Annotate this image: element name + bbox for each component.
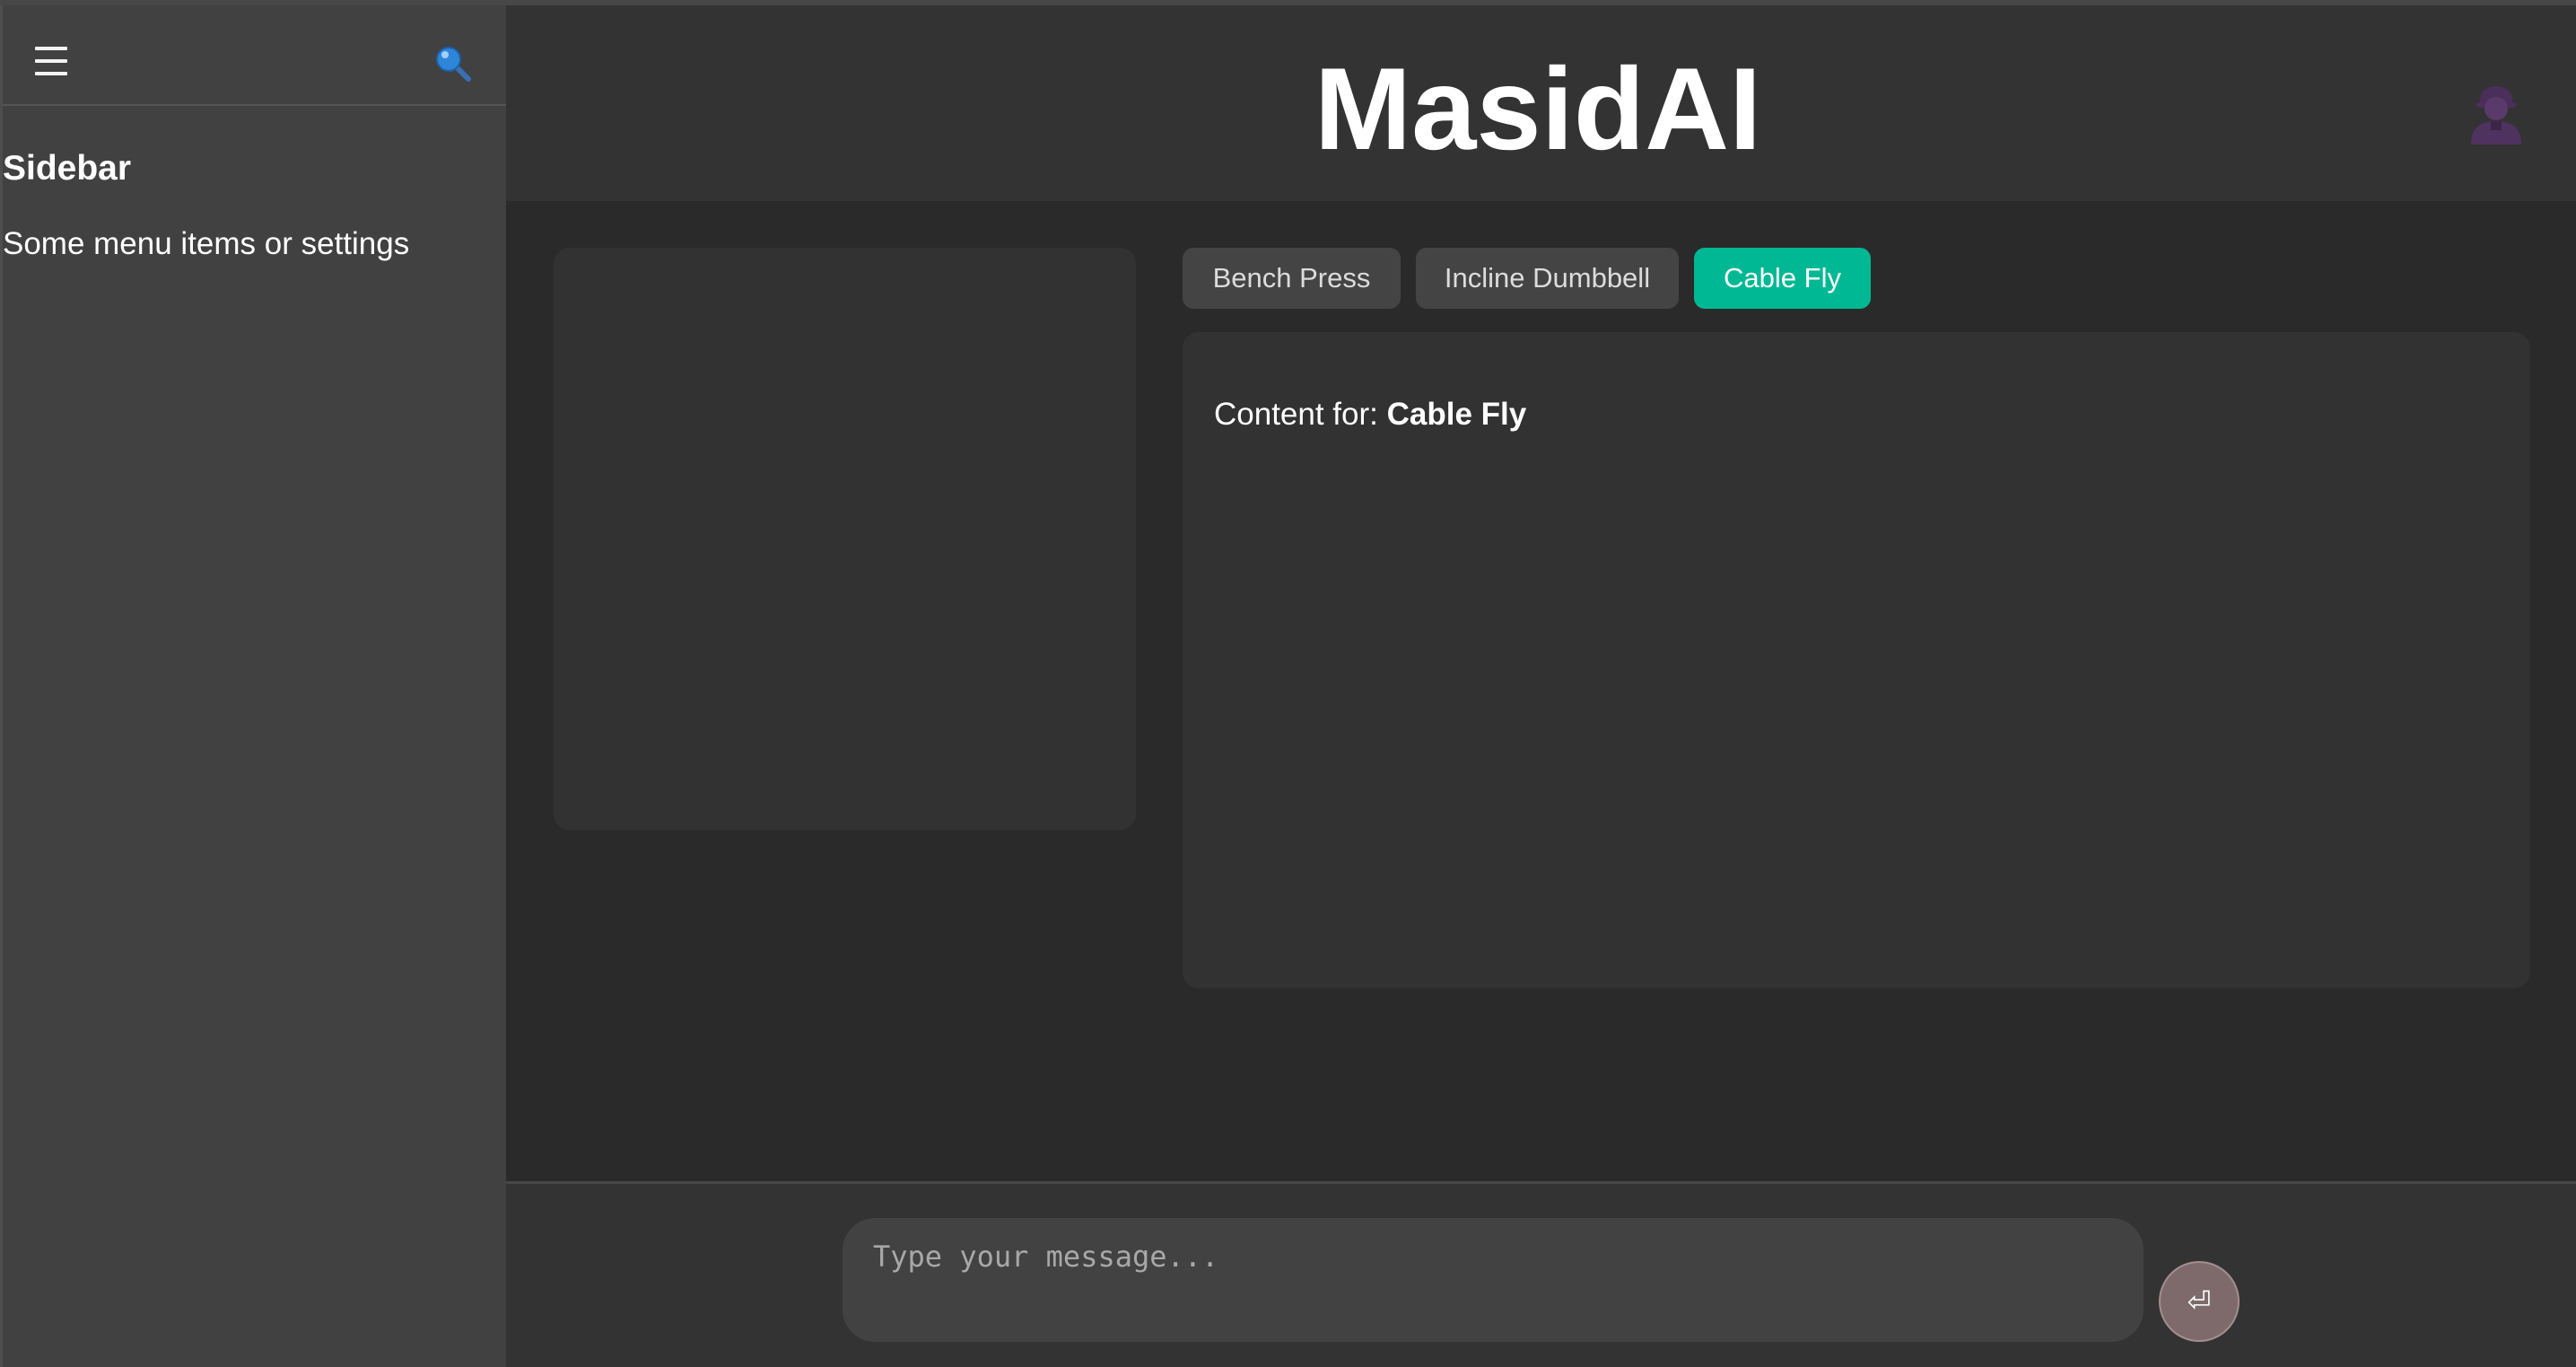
app-title: MasidAI: [1314, 43, 1762, 174]
app-header: MasidAI: [506, 5, 2576, 201]
content-selected-exercise: Cable Fly: [1386, 397, 1527, 432]
hamburger-menu-icon[interactable]: [35, 47, 67, 75]
tab-cable-fly[interactable]: Cable Fly: [1694, 248, 1871, 309]
sidebar-description: Some menu items or settings: [3, 226, 410, 261]
preview-panel: [554, 248, 1136, 830]
app-window: Sidebar Some menu items or settings Masi…: [0, 0, 2576, 1367]
sidebar-header: [3, 5, 506, 106]
return-arrow-icon: ⏎: [2187, 1285, 2212, 1318]
tab-content-panel: Content for: Cable Fly: [1183, 332, 2530, 988]
content-prefix: Content for:: [1214, 397, 1378, 432]
sidebar: Sidebar Some menu items or settings: [0, 5, 506, 1367]
message-input[interactable]: [843, 1218, 2144, 1342]
sidebar-title: Sidebar: [3, 149, 132, 188]
tab-incline-dumbbell[interactable]: Incline Dumbbell: [1416, 248, 1679, 309]
send-button[interactable]: ⏎: [2159, 1261, 2240, 1342]
user-avatar-icon[interactable]: [2464, 73, 2528, 145]
content-text: Content for: Cable Fly: [1214, 397, 1526, 433]
tab-bench-press[interactable]: Bench Press: [1183, 248, 1401, 309]
chat-footer: ⏎: [506, 1181, 2576, 1367]
search-icon[interactable]: [432, 43, 474, 84]
